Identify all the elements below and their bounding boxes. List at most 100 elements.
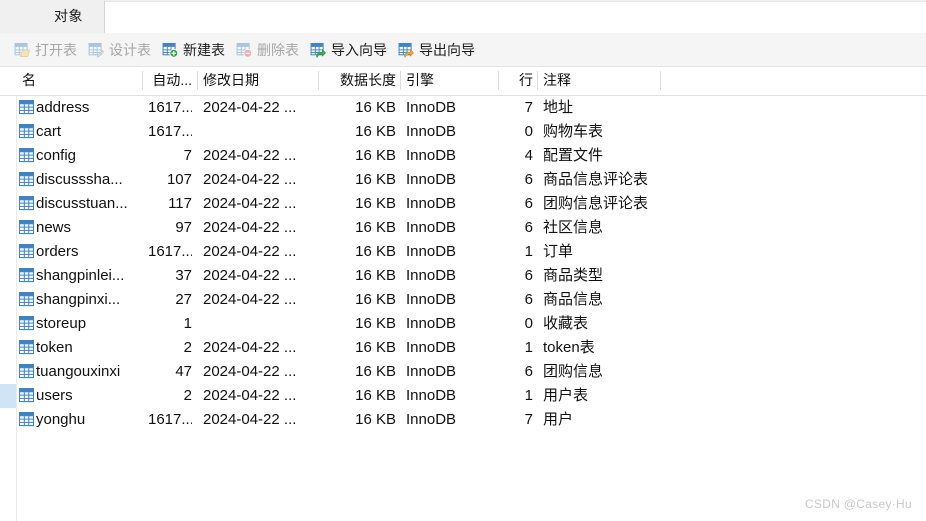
cell-modify_date[interactable]: 2024-04-22 ... bbox=[203, 264, 313, 288]
table-row[interactable]: orders 1617... 2024-04-22 ... 16 KB InnoDB 1 订… bbox=[0, 240, 926, 264]
cell-name[interactable]: storeup bbox=[36, 312, 140, 336]
cell-name[interactable]: orders bbox=[36, 240, 140, 264]
cell-comment[interactable]: 商品信息评论表 bbox=[543, 168, 657, 192]
table-row[interactable]: shangpinxi... 27 2024-04-22 ... 16 KB InnoDB… bbox=[0, 288, 926, 312]
cell-modify_date[interactable]: 2024-04-22 ... bbox=[203, 360, 313, 384]
cell-data_length[interactable]: 16 KB bbox=[324, 168, 396, 192]
new-table-button[interactable]: 新建表 bbox=[162, 38, 225, 62]
cell-data_length[interactable]: 16 KB bbox=[324, 192, 396, 216]
cell-auto_inc[interactable]: 2 bbox=[148, 384, 192, 408]
cell-name[interactable]: shangpinlei... bbox=[36, 264, 140, 288]
cell-rows[interactable]: 0 bbox=[500, 312, 533, 336]
cell-engine[interactable]: InnoDB bbox=[406, 192, 494, 216]
cell-rows[interactable]: 6 bbox=[500, 288, 533, 312]
cell-auto_inc[interactable]: 27 bbox=[148, 288, 192, 312]
cell-data_length[interactable]: 16 KB bbox=[324, 312, 396, 336]
cell-data_length[interactable]: 16 KB bbox=[324, 360, 396, 384]
cell-name[interactable]: address bbox=[36, 96, 140, 120]
cell-auto_inc[interactable]: 1617... bbox=[148, 408, 192, 432]
cell-modify_date[interactable] bbox=[203, 120, 313, 144]
cell-engine[interactable]: InnoDB bbox=[406, 216, 494, 240]
table-row[interactable]: yonghu 1617... 2024-04-22 ... 16 KB InnoDB 7 用… bbox=[0, 408, 926, 432]
cell-rows[interactable]: 6 bbox=[500, 264, 533, 288]
cell-name[interactable]: yonghu bbox=[36, 408, 140, 432]
cell-engine[interactable]: InnoDB bbox=[406, 336, 494, 360]
cell-auto_inc[interactable]: 7 bbox=[148, 144, 192, 168]
table-row[interactable]: storeup 1 16 KB InnoDB 0 收藏表 bbox=[0, 312, 926, 336]
cell-engine[interactable]: InnoDB bbox=[406, 240, 494, 264]
cell-comment[interactable]: 社区信息 bbox=[543, 216, 657, 240]
cell-comment[interactable]: 收藏表 bbox=[543, 312, 657, 336]
cell-engine[interactable]: InnoDB bbox=[406, 312, 494, 336]
cell-data_length[interactable]: 16 KB bbox=[324, 384, 396, 408]
column-separator-2[interactable] bbox=[318, 71, 319, 90]
column-header-auto_inc[interactable]: 自动... bbox=[148, 67, 192, 94]
import-wizard-button[interactable]: 导入向导 bbox=[310, 38, 387, 62]
cell-data_length[interactable]: 16 KB bbox=[324, 96, 396, 120]
cell-modify_date[interactable]: 2024-04-22 ... bbox=[203, 240, 313, 264]
column-header-rows[interactable]: 行 bbox=[500, 67, 533, 94]
cell-rows[interactable]: 7 bbox=[500, 96, 533, 120]
cell-data_length[interactable]: 16 KB bbox=[324, 408, 396, 432]
table-row[interactable]: config 7 2024-04-22 ... 16 KB InnoDB 4 配置文件 bbox=[0, 144, 926, 168]
table-list-grid[interactable]: 名自动... 修改日期 数据长度 引擎行注释 address 1617... 2024-0… bbox=[0, 67, 926, 521]
cell-comment[interactable]: 订单 bbox=[543, 240, 657, 264]
cell-engine[interactable]: InnoDB bbox=[406, 360, 494, 384]
cell-name[interactable]: shangpinxi... bbox=[36, 288, 140, 312]
table-row[interactable]: discusstuan... 117 2024-04-22 ... 16 KB Inno… bbox=[0, 192, 926, 216]
cell-comment[interactable]: 地址 bbox=[543, 96, 657, 120]
cell-comment[interactable]: 用户表 bbox=[543, 384, 657, 408]
cell-rows[interactable]: 1 bbox=[500, 240, 533, 264]
cell-modify_date[interactable]: 2024-04-22 ... bbox=[203, 336, 313, 360]
cell-data_length[interactable]: 16 KB bbox=[324, 240, 396, 264]
cell-comment[interactable]: 团购信息 bbox=[543, 360, 657, 384]
cell-rows[interactable]: 6 bbox=[500, 168, 533, 192]
column-header-modify_date[interactable]: 修改日期 bbox=[203, 67, 313, 94]
cell-name[interactable]: config bbox=[36, 144, 140, 168]
table-row[interactable]: news 97 2024-04-22 ... 16 KB InnoDB 6 社区信息 bbox=[0, 216, 926, 240]
cell-rows[interactable]: 1 bbox=[500, 384, 533, 408]
table-row[interactable]: discusssha... 107 2024-04-22 ... 16 KB InnoD… bbox=[0, 168, 926, 192]
cell-comment[interactable]: 购物车表 bbox=[543, 120, 657, 144]
cell-rows[interactable]: 6 bbox=[500, 192, 533, 216]
cell-auto_inc[interactable]: 2 bbox=[148, 336, 192, 360]
cell-data_length[interactable]: 16 KB bbox=[324, 264, 396, 288]
cell-data_length[interactable]: 16 KB bbox=[324, 216, 396, 240]
table-row[interactable]: cart 1617... 16 KB InnoDB 0 购物车表 bbox=[0, 120, 926, 144]
cell-auto_inc[interactable]: 1617... bbox=[148, 96, 192, 120]
cell-auto_inc[interactable]: 97 bbox=[148, 216, 192, 240]
column-separator-1[interactable] bbox=[197, 71, 198, 90]
cell-modify_date[interactable]: 2024-04-22 ... bbox=[203, 288, 313, 312]
cell-comment[interactable]: 用户 bbox=[543, 408, 657, 432]
cell-auto_inc[interactable]: 1 bbox=[148, 312, 192, 336]
table-row[interactable]: token 2 2024-04-22 ... 16 KB InnoDB 1 token表 bbox=[0, 336, 926, 360]
cell-comment[interactable]: 商品类型 bbox=[543, 264, 657, 288]
cell-engine[interactable]: InnoDB bbox=[406, 96, 494, 120]
column-header-name[interactable]: 名 bbox=[22, 67, 140, 94]
export-wizard-button[interactable]: 导出向导 bbox=[398, 38, 475, 62]
column-header-data_length[interactable]: 数据长度 bbox=[324, 67, 396, 94]
cell-rows[interactable]: 0 bbox=[500, 120, 533, 144]
cell-auto_inc[interactable]: 1617... bbox=[148, 120, 192, 144]
cell-comment[interactable]: 商品信息 bbox=[543, 288, 657, 312]
cell-engine[interactable]: InnoDB bbox=[406, 288, 494, 312]
tab-objects[interactable]: 对象 bbox=[34, 0, 103, 33]
table-row[interactable]: users 2 2024-04-22 ... 16 KB InnoDB 1 用户表 bbox=[0, 384, 926, 408]
cell-engine[interactable]: InnoDB bbox=[406, 408, 494, 432]
cell-name[interactable]: token bbox=[36, 336, 140, 360]
cell-rows[interactable]: 1 bbox=[500, 336, 533, 360]
cell-auto_inc[interactable]: 1617... bbox=[148, 240, 192, 264]
column-separator-5[interactable] bbox=[537, 71, 538, 90]
cell-modify_date[interactable]: 2024-04-22 ... bbox=[203, 192, 313, 216]
cell-data_length[interactable]: 16 KB bbox=[324, 120, 396, 144]
cell-modify_date[interactable]: 2024-04-22 ... bbox=[203, 144, 313, 168]
cell-rows[interactable]: 6 bbox=[500, 216, 533, 240]
cell-modify_date[interactable]: 2024-04-22 ... bbox=[203, 408, 313, 432]
column-header-comment[interactable]: 注释 bbox=[543, 67, 657, 94]
cell-modify_date[interactable]: 2024-04-22 ... bbox=[203, 384, 313, 408]
column-separator-0[interactable] bbox=[142, 71, 143, 90]
cell-auto_inc[interactable]: 117 bbox=[148, 192, 192, 216]
cell-auto_inc[interactable]: 47 bbox=[148, 360, 192, 384]
column-separator-3[interactable] bbox=[400, 71, 401, 90]
column-separator-6[interactable] bbox=[660, 71, 661, 90]
